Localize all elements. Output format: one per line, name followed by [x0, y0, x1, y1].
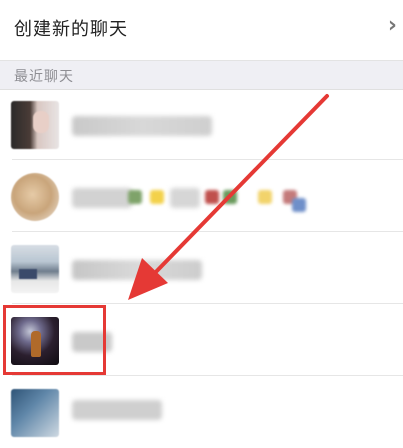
blurred-contact-name [72, 260, 202, 280]
contact-avatar [11, 389, 59, 437]
chevron-right-icon: › [387, 13, 397, 38]
recent-chats-label: 最近聊天 [14, 69, 74, 85]
blurred-contact-name [72, 400, 162, 420]
row-divider [12, 303, 403, 304]
contact-avatar [11, 245, 59, 293]
blurred-emoji [292, 198, 306, 212]
create-new-chat-row[interactable]: 创建新的聊天 › [0, 0, 403, 61]
blurred-contact-name [170, 188, 200, 208]
recent-chats-header: 最近聊天 [0, 61, 403, 90]
row-divider [12, 375, 403, 376]
blurred-emoji [258, 190, 272, 204]
blurred-contact-name [72, 188, 132, 208]
contact-avatar [11, 317, 59, 365]
chat-list-item[interactable] [0, 234, 403, 304]
blurred-emoji [223, 190, 237, 204]
blurred-emoji [205, 190, 219, 204]
chat-list-item[interactable] [0, 90, 403, 160]
blurred-emoji [150, 190, 164, 204]
create-new-chat-label: 创建新的聊天 [14, 19, 128, 40]
contact-avatar [11, 101, 59, 149]
row-divider [12, 159, 403, 160]
chat-list-item[interactable] [0, 306, 403, 376]
blurred-contact-name [72, 116, 212, 136]
chat-list-item[interactable] [0, 162, 403, 232]
contact-avatar [11, 173, 59, 221]
blurred-emoji [128, 190, 142, 204]
row-divider [12, 231, 403, 232]
blurred-contact-name [72, 332, 112, 352]
chat-list-item[interactable] [0, 378, 403, 448]
